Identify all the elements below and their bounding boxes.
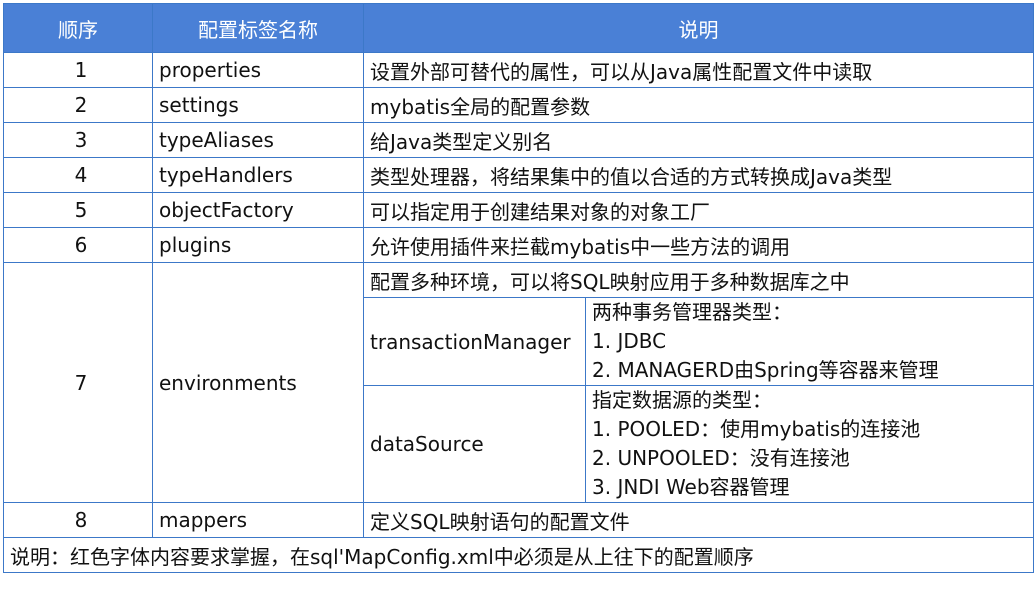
data-source-line: 指定数据源的类型： (592, 388, 772, 412)
table-row: 6 plugins 允许使用插件来拦截mybatis中一些方法的调用 (3, 227, 1034, 263)
table-row: 5 objectFactory 可以指定用于创建结果对象的对象工厂 (3, 192, 1034, 228)
header-order: 顺序 (3, 3, 153, 53)
transaction-manager-line: 1. JDBC (592, 329, 667, 353)
environments-tag-name: environments (152, 262, 364, 503)
row-seq: 5 (3, 192, 153, 228)
data-source-name: dataSource (363, 385, 586, 503)
row-description: 可以指定用于创建结果对象的对象工厂 (363, 192, 1034, 228)
row-seq: 6 (3, 227, 153, 263)
row-tag-name: plugins (152, 227, 364, 263)
transaction-manager-description: 两种事务管理器类型： 1. JDBC 2. MANAGERD由Spring等容器… (585, 297, 1034, 386)
table-row: 8 mappers 定义SQL映射语句的配置文件 (3, 502, 1034, 538)
row-tag-name: typeHandlers (152, 157, 364, 193)
row-description: 给Java类型定义别名 (363, 122, 1034, 158)
row-description: mybatis全局的配置参数 (363, 87, 1034, 123)
data-source-line: 3. JNDI Web容器管理 (592, 475, 790, 499)
row-seq: 1 (3, 52, 153, 88)
transaction-manager-name: transactionManager (363, 297, 586, 386)
footer-note: 说明：红色字体内容要求掌握，在sql'MapConfig.xml中必须是从上往下… (3, 537, 1034, 573)
row-seq: 8 (3, 502, 153, 538)
row-description: 允许使用插件来拦截mybatis中一些方法的调用 (363, 227, 1034, 263)
data-source-line: 1. POOLED：使用mybatis的连接池 (592, 417, 921, 441)
row-seq: 3 (3, 122, 153, 158)
row-seq: 2 (3, 87, 153, 123)
transaction-manager-line: 2. MANAGERD由Spring等容器来管理 (592, 358, 939, 382)
row-seq: 4 (3, 157, 153, 193)
row-seq: 7 (3, 262, 153, 503)
mybatis-config-table: 顺序 配置标签名称 说明 1 properties 设置外部可替代的属性，可以从… (3, 3, 1034, 573)
environments-description: 配置多种环境，可以将SQL映射应用于多种数据库之中 (363, 262, 1034, 298)
row-description: 设置外部可替代的属性，可以从Java属性配置文件中读取 (363, 52, 1034, 88)
mappers-description: 定义SQL映射语句的配置文件 (363, 502, 1034, 538)
config-sheet: 顺序 配置标签名称 说明 1 properties 设置外部可替代的属性，可以从… (0, 0, 1036, 595)
table-row: 3 typeAliases 给Java类型定义别名 (3, 122, 1034, 158)
data-source-description: 指定数据源的类型： 1. POOLED：使用mybatis的连接池 2. UNP… (585, 385, 1034, 503)
header-name: 配置标签名称 (152, 3, 364, 53)
row-description: 类型处理器，将结果集中的值以合适的方式转换成Java类型 (363, 157, 1034, 193)
table-row: 2 settings mybatis全局的配置参数 (3, 87, 1034, 123)
table-row: 1 properties 设置外部可替代的属性，可以从Java属性配置文件中读取 (3, 52, 1034, 88)
footer-row: 说明：红色字体内容要求掌握，在sql'MapConfig.xml中必须是从上往下… (3, 537, 1034, 573)
data-source-line: 2. UNPOOLED：没有连接池 (592, 446, 850, 470)
row-tag-name: objectFactory (152, 192, 364, 228)
row-tag-name: typeAliases (152, 122, 364, 158)
mappers-tag-name: mappers (152, 502, 364, 538)
table-header-row: 顺序 配置标签名称 说明 (3, 3, 1034, 53)
environments-row: 7 environments 配置多种环境，可以将SQL映射应用于多种数据库之中 (3, 262, 1034, 503)
row-tag-name: properties (152, 52, 364, 88)
header-description: 说明 (363, 3, 1034, 53)
transaction-manager-line: 两种事务管理器类型： (592, 300, 792, 324)
row-tag-name: settings (152, 87, 364, 123)
table-row: 4 typeHandlers 类型处理器，将结果集中的值以合适的方式转换成Jav… (3, 157, 1034, 193)
